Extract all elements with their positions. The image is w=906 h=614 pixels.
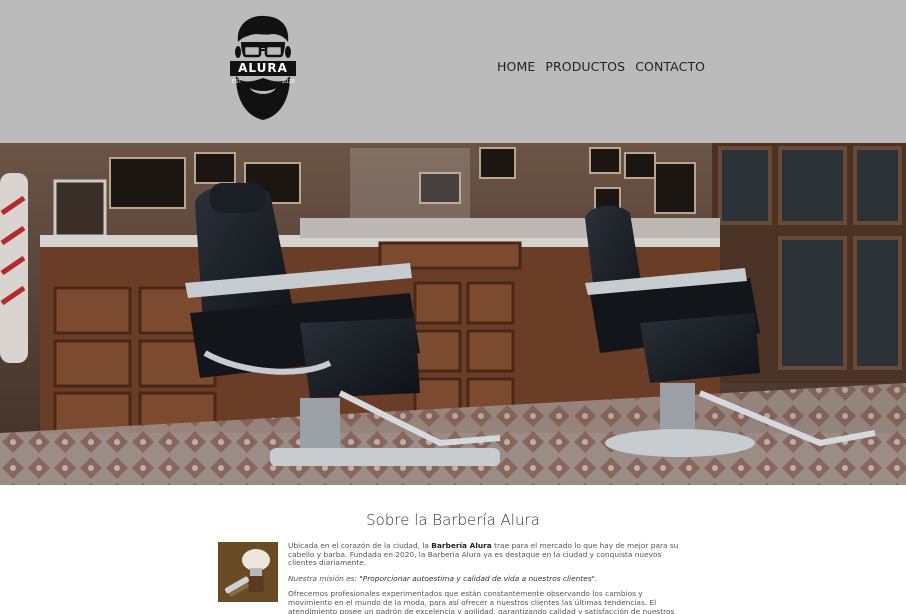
nav-productos-link[interactable]: PRODUCTOS xyxy=(545,59,625,74)
nav-contacto-link[interactable]: CONTACTO xyxy=(635,59,705,74)
shaving-brush-image xyxy=(218,542,278,602)
about-paragraph-services: Ofrecemos profesionales experimentados q… xyxy=(288,589,675,614)
mission-quote: "Proporcionar autoestima y calidad de vi… xyxy=(359,573,598,583)
about-section: Sobre la Barbería Alura Ubicada en el co… xyxy=(0,485,906,614)
site-header: ALURA EST 2020 HOME PRODUCTOS CONTACTO xyxy=(0,0,906,143)
about-text: Ubicada en el corazón de la ciudad, la B… xyxy=(288,541,680,614)
logo-est-right: 2020 xyxy=(282,79,295,85)
logo-est-left: EST xyxy=(232,79,242,85)
about-title: Sobre la Barbería Alura xyxy=(366,511,540,529)
barbershop-photo xyxy=(0,143,906,485)
about-mission: Nuestra misión es: "Proporcionar autoest… xyxy=(288,573,680,584)
about-paragraph-intro: Ubicada en el corazón de la ciudad, la B… xyxy=(288,541,680,568)
nav-home-link[interactable]: HOME xyxy=(497,59,535,74)
main-nav: HOME PRODUCTOS CONTACTO xyxy=(497,59,705,74)
mission-label: Nuestra misión es: xyxy=(288,573,358,583)
hero-banner-image xyxy=(0,143,906,485)
alura-logo[interactable]: ALURA EST 2020 xyxy=(228,12,298,124)
logo-brand-text: ALURA xyxy=(238,61,288,75)
